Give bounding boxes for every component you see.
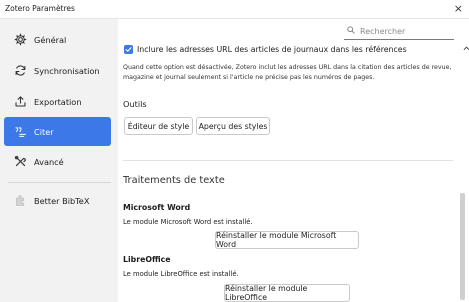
gear-icon (12, 32, 28, 48)
reinstall-libreoffice-button[interactable]: Réinstaller le module LibreOffice (224, 284, 350, 302)
include-urls-checkbox[interactable] (124, 45, 133, 54)
include-urls-label[interactable]: Inclure les adresses URL des articles de… (137, 45, 407, 54)
sidebar-item-label: Better BibTeX (34, 195, 90, 206)
libreoffice-status: Le module LibreOffice est installé. (123, 270, 239, 278)
sync-icon (12, 63, 28, 79)
plugin-icon (12, 193, 28, 209)
word-processors-heading: Traitements de texte (123, 175, 225, 186)
sidebar-item-label: Synchronisation (34, 65, 100, 76)
sidebar-item-general[interactable]: Général (4, 25, 111, 54)
search-input[interactable]: Rechercher (344, 25, 454, 40)
outils-heading: Outils (123, 99, 147, 109)
section-divider (123, 160, 453, 161)
sidebar-item-citer[interactable]: Citer (4, 117, 111, 146)
window-title: Zotero Paramètres (5, 4, 75, 13)
sidebar-item-advanced[interactable]: Avancé (4, 147, 111, 176)
include-urls-description-line2: magazine et journal seulement si l'artic… (123, 74, 375, 81)
style-editor-button[interactable]: Éditeur de style (124, 117, 193, 135)
sidebar-item-label: Avancé (34, 156, 64, 167)
sidebar-item-label: Général (34, 34, 67, 45)
libreoffice-heading: LibreOffice (123, 255, 171, 264)
sidebar-item-sync[interactable]: Synchronisation (4, 56, 111, 85)
msword-heading: Microsoft Word (123, 203, 191, 212)
title-bar: Zotero Paramètres × (0, 0, 469, 19)
sidebar: Général Synchronisation Exportation Cite… (0, 19, 118, 302)
sidebar-divider (8, 182, 111, 183)
style-preview-button[interactable]: Aperçu des styles (196, 117, 270, 135)
close-button[interactable]: × (454, 2, 463, 15)
sidebar-item-label: Exportation (34, 96, 82, 107)
sidebar-item-better-bibtex[interactable]: Better BibTeX (4, 186, 111, 215)
search-placeholder: Rechercher (360, 27, 406, 36)
cite-icon (12, 124, 28, 140)
sidebar-item-export[interactable]: Exportation (4, 87, 111, 116)
search-icon (347, 26, 355, 36)
export-icon (12, 94, 28, 110)
chevron-up-icon[interactable] (463, 44, 469, 53)
include-urls-description-line1: Quand cette option est désactivée, Zoter… (123, 64, 452, 71)
reinstall-msword-button[interactable]: Réinstaller le module Microsoft Word (215, 231, 359, 249)
msword-status: Le module Microsoft Word est installé. (123, 218, 253, 226)
scrollbar[interactable] (460, 193, 465, 300)
tools-icon (12, 154, 28, 170)
sidebar-item-label: Citer (34, 126, 54, 137)
